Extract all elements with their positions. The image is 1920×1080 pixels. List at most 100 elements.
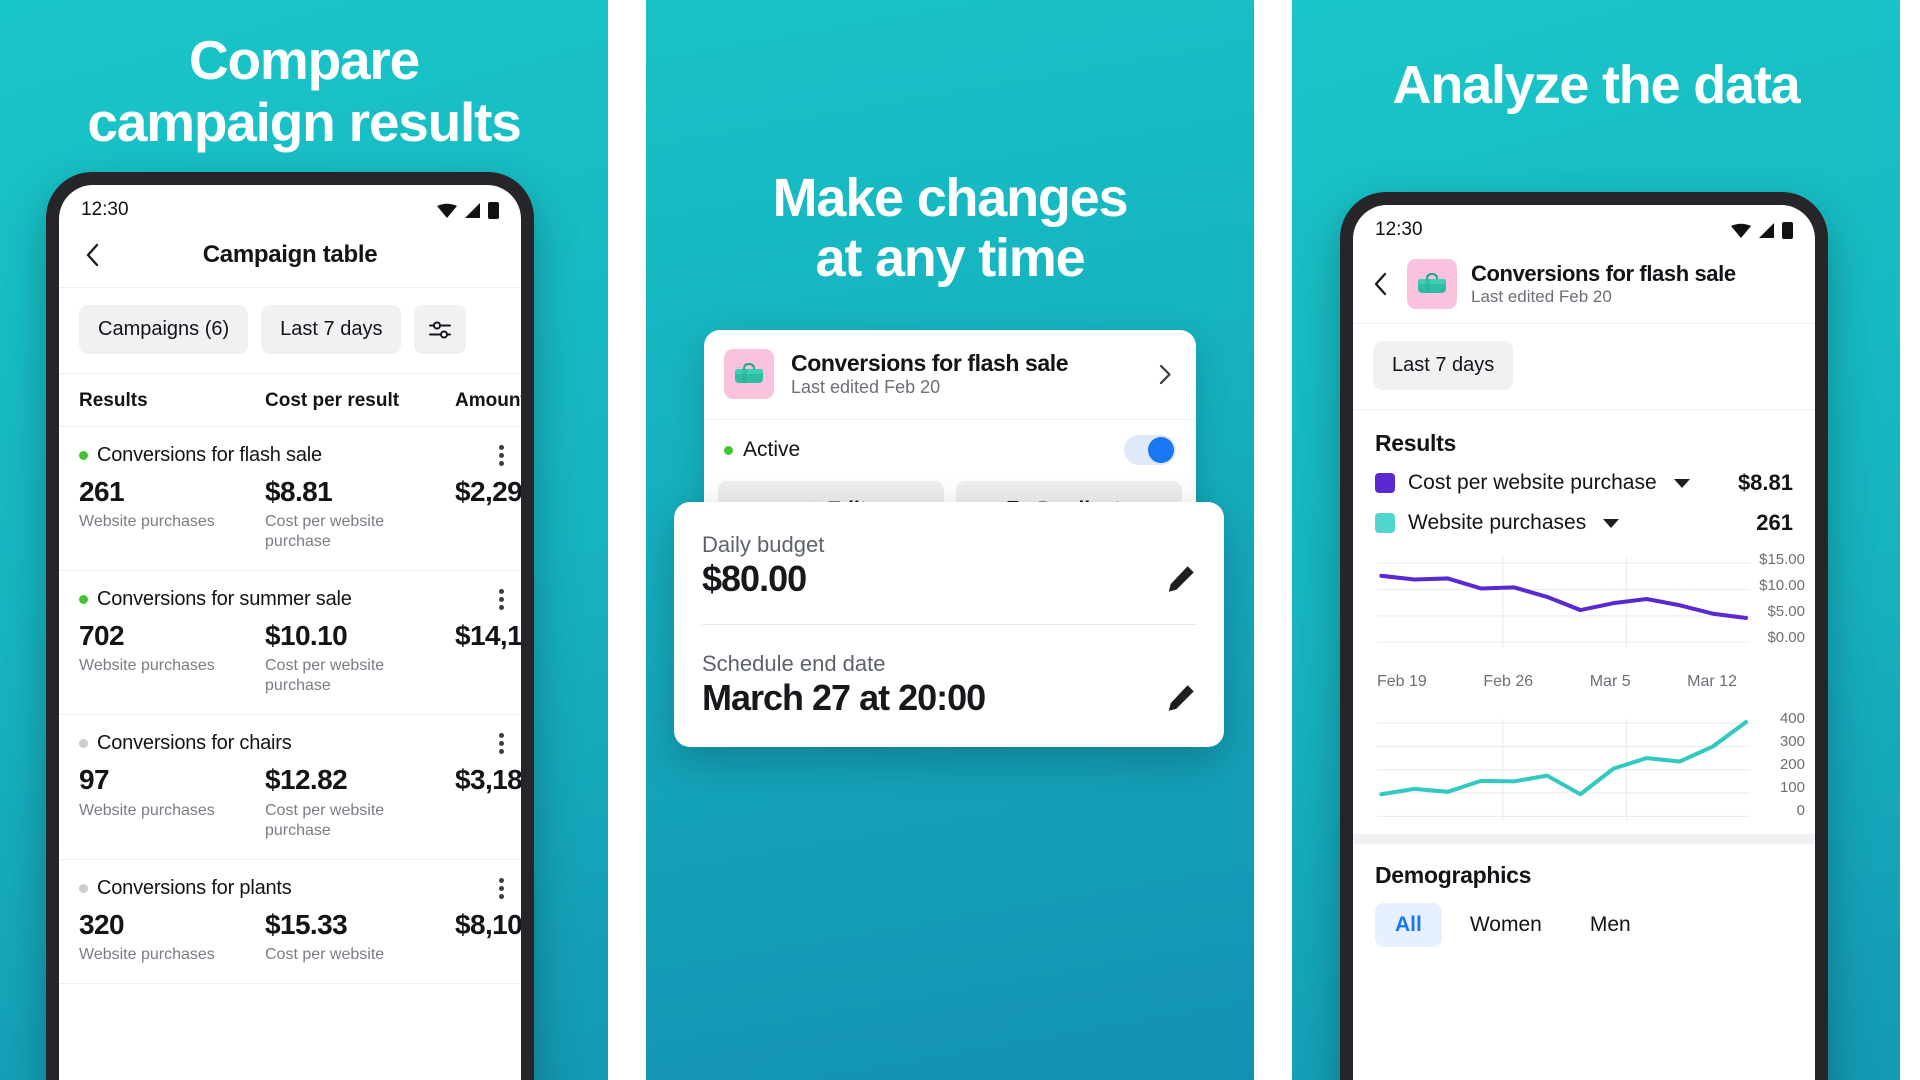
page-subtitle: Last edited Feb 20 <box>1471 287 1612 306</box>
panel-3-headline: Analyze the data <box>1392 55 1801 115</box>
schedule-end-date-row: Schedule end date March 27 at 20:00 <box>702 624 1196 743</box>
amount-value: $2,29 <box>455 476 521 507</box>
results-label: Website purchases <box>79 801 215 819</box>
table-row[interactable]: Conversions for plants 320 Website purchas… <box>59 860 521 984</box>
cell-amount: $2,29 <box>455 476 521 552</box>
status-icon-group <box>1731 221 1793 239</box>
demographics-tab-all[interactable]: All <box>1375 903 1442 948</box>
campaign-name: Conversions for chairs <box>97 732 292 755</box>
y-tick: 300 <box>1779 732 1805 750</box>
signal-icon <box>465 202 480 218</box>
signal-icon <box>1759 222 1774 238</box>
row-overflow-menu-icon[interactable] <box>485 733 504 755</box>
cell-amount: $3,18 <box>455 764 521 840</box>
phone-screen-3: 12:30 Conversions for flash sale Last ed… <box>1353 205 1815 1080</box>
cell-results: 320 Website purchases <box>79 909 265 965</box>
showcase-panel-1: Compare campaign results 12:30 Campaign … <box>0 0 608 1080</box>
cell-amount: $8,10 <box>455 909 521 965</box>
back-chevron-icon[interactable] <box>1367 271 1393 297</box>
sliders-icon <box>429 321 452 338</box>
purchases-chart-y-axis: 400 300 200 100 0 <box>1780 707 1805 822</box>
filter-chip-row-3: Last 7 days <box>1353 324 1815 409</box>
chevron-down-icon[interactable] <box>1673 478 1690 488</box>
campaign-name-row: Conversions for chairs <box>79 732 504 755</box>
schedule-end-date-field: Schedule end date March 27 at 20:00 <box>702 651 1166 719</box>
table-row-cells: 97 Website purchases $12.82 Cost per websit… <box>79 764 521 840</box>
website-purchases-chart: 400 300 200 100 0 <box>1353 705 1815 835</box>
schedule-end-date-label: Schedule end date <box>702 651 886 676</box>
demographics-title: Demographics <box>1375 862 1532 889</box>
active-toggle[interactable] <box>1124 435 1176 465</box>
column-header-amount: Amount <box>455 390 521 411</box>
results-value: 97 <box>79 764 110 796</box>
campaign-name-row: Conversions for flash sale <box>79 444 504 467</box>
cost-value: $8.81 <box>265 476 333 507</box>
y-tick: 400 <box>1779 709 1805 727</box>
app-bar: Campaign table <box>59 227 521 288</box>
phone-frame-3: 12:30 Conversions for flash sale Last ed… <box>1340 192 1828 1080</box>
page-title: Campaign table <box>202 241 378 268</box>
app-bar-3: Conversions for flash sale Last edited F… <box>1353 247 1815 324</box>
wifi-icon <box>1731 223 1751 238</box>
y-tick: 100 <box>1779 778 1805 796</box>
demographics-tab-men[interactable]: Men <box>1570 903 1651 947</box>
results-value: 320 <box>79 908 125 940</box>
edit-daily-budget-icon[interactable] <box>1166 564 1196 594</box>
status-icon-group <box>437 201 499 219</box>
phone-screen-1: 12:30 Campaign table Campaigns (6) Last … <box>59 185 521 1080</box>
campaign-subtitle: Last edited Feb 20 <box>791 377 941 397</box>
back-chevron-icon[interactable] <box>79 242 105 268</box>
campaign-name-row: Conversions for plants <box>79 877 504 900</box>
y-tick: $15.00 <box>1759 551 1805 568</box>
row-overflow-menu-icon[interactable] <box>485 445 504 466</box>
legend-color-swatch <box>1375 473 1395 493</box>
campaign-status-dot-icon <box>79 883 88 893</box>
table-row-cells: 702 Website purchases $10.10 Cost per websi… <box>79 620 521 696</box>
row-overflow-menu-icon[interactable] <box>485 877 504 899</box>
column-header-results: Results <box>79 390 148 411</box>
x-tick: Feb 19 <box>1377 672 1427 690</box>
legend-item[interactable]: Cost per website purchase $8.81 <box>1353 463 1815 503</box>
campaign-card-header[interactable]: Conversions for flash sale Last edited F… <box>704 330 1196 419</box>
campaign-name: Conversions for flash sale <box>97 444 322 466</box>
showcase-panel-3: Analyze the data 12:30 Conversions for f… <box>1292 0 1900 1080</box>
cost-chart-svg <box>1377 557 1751 649</box>
table-header-row: Results Cost per result Amount <box>59 373 521 427</box>
demographics-tab-women[interactable]: Women <box>1450 903 1562 947</box>
panel-1-headline: Compare campaign results <box>87 29 521 153</box>
chip-date-range[interactable]: Last 7 days <box>1373 341 1514 390</box>
table-row[interactable]: Conversions for flash sale 261 Website pur… <box>59 427 521 572</box>
daily-budget-field: Daily budget $80.00 <box>702 532 1166 600</box>
row-overflow-menu-icon[interactable] <box>485 589 504 611</box>
page-title: Conversions for flash sale <box>1471 261 1736 286</box>
cost-per-purchase-chart: $15.00 $10.00 $5.00 $0.00 Feb 19 Feb 26 … <box>1353 543 1815 693</box>
campaign-detail-card: Daily budget $80.00 Schedule end date Ma… <box>674 502 1224 747</box>
y-tick: $5.00 <box>1767 603 1805 620</box>
chevron-down-icon[interactable] <box>1603 518 1620 528</box>
showcase-panel-2: Make changes at any time Conversions for… <box>646 0 1254 1080</box>
cost-value: $10.10 <box>265 620 348 652</box>
chip-filter-settings[interactable] <box>414 305 467 354</box>
chevron-right-icon[interactable] <box>1154 363 1176 385</box>
cell-results: 702 Website purchases <box>79 620 265 696</box>
edit-schedule-end-date-icon[interactable] <box>1166 683 1196 713</box>
legend-label: Website purchases <box>1408 511 1587 534</box>
legend-item[interactable]: Website purchases 261 <box>1353 503 1815 543</box>
y-tick: $10.00 <box>1759 577 1805 594</box>
chip-campaigns[interactable]: Campaigns (6) <box>79 305 249 354</box>
cost-value: $12.82 <box>265 764 348 796</box>
battery-icon <box>1782 221 1793 239</box>
cell-cost-per-result: $8.81 Cost per website purchase <box>265 476 455 552</box>
purchases-chart-svg <box>1377 718 1751 820</box>
table-row-cells: 320 Website purchases $15.33 Cost per websi… <box>79 909 521 965</box>
legend-value: 261 <box>1756 510 1793 535</box>
cost-label: Cost per website <box>265 945 385 963</box>
campaign-status-dot-icon <box>79 595 88 605</box>
x-tick: Mar 12 <box>1687 672 1737 690</box>
schedule-end-date-value: March 27 at 20:00 <box>702 677 986 718</box>
campaign-card-titles: Conversions for flash sale Last edited F… <box>791 350 1137 398</box>
wifi-icon <box>437 203 457 218</box>
table-row[interactable]: Conversions for chairs 97 Website purchase… <box>59 715 521 860</box>
chip-date-range[interactable]: Last 7 days <box>261 305 402 354</box>
table-row[interactable]: Conversions for summer sale 702 Website pu… <box>59 571 521 716</box>
